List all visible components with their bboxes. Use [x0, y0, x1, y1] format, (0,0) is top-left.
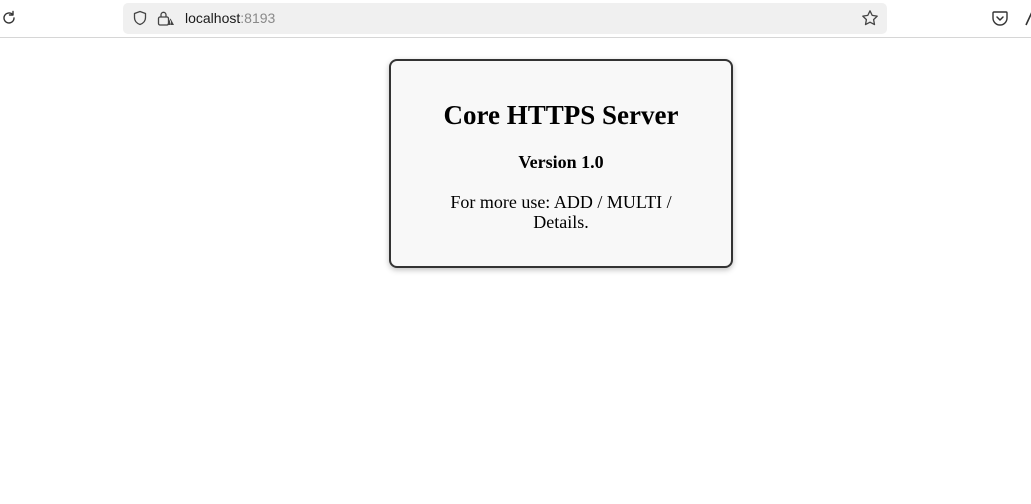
account-icon[interactable] — [1024, 9, 1031, 27]
url-bar[interactable]: localhost:8193 — [123, 3, 887, 34]
lock-warning-icon[interactable] — [157, 10, 175, 26]
server-info-card: Core HTTPS Server Version 1.0 For more u… — [389, 59, 733, 268]
reload-icon[interactable] — [0, 9, 18, 27]
browser-toolbar: localhost:8193 — [0, 0, 1031, 38]
url-text[interactable]: localhost:8193 — [185, 10, 275, 27]
description-text: For more use: ADD / MULTI / Details. — [450, 192, 672, 232]
page-title: Core HTTPS Server — [443, 100, 679, 130]
shield-icon[interactable] — [132, 10, 148, 26]
pocket-icon[interactable] — [991, 9, 1009, 27]
url-port: :8193 — [240, 10, 276, 26]
version-label: Version 1.0 — [518, 152, 604, 172]
star-icon[interactable] — [861, 9, 879, 27]
url-host: localhost — [185, 10, 241, 26]
